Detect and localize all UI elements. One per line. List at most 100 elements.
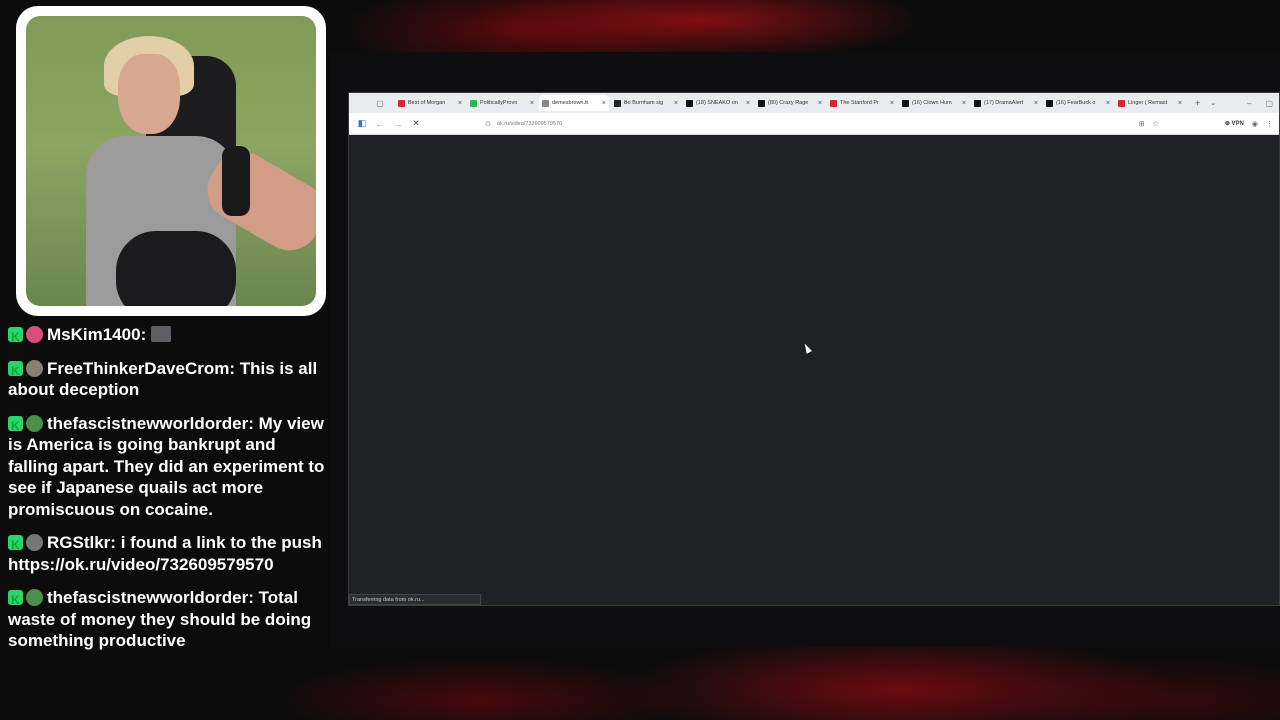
browser-tab[interactable]: demesbrown.tt × [539,95,609,111]
browser-tab[interactable]: Linger ( Remast × [1115,95,1185,111]
webcam-video [26,16,316,306]
vpn-label: VPN [1231,121,1244,127]
tab-favicon-icon [1118,99,1125,107]
chat-separator: : [110,533,121,552]
webcam-frame [16,6,326,316]
chat-username: FreeThinkerDaveCrom [47,358,230,378]
streamer-lap [116,231,236,306]
tab-title: (16) FearBuck o [1056,100,1096,106]
tab-favicon-icon [974,99,981,107]
tab-close-icon[interactable]: × [890,100,894,107]
chat-emote-icon [150,326,171,342]
new-tab-icon[interactable]: + [1195,98,1200,108]
tab-close-icon[interactable]: × [530,100,534,107]
sidebar-icon[interactable]: ◧ [353,118,371,129]
address-bar: ◧ ← → ✕ ⊙ ok.ru/video/732609579570 ⊞ ☆ ⊛… [349,113,1279,135]
tab-close-icon[interactable]: × [962,100,966,107]
kick-badge-icon [8,360,23,382]
tab-favicon-icon [1046,99,1053,107]
microphone [222,146,250,216]
tab-title: PoliticallyProvo [480,100,518,106]
chat-username: RGStlkr [47,533,111,552]
user-avatar-icon [26,414,43,432]
tab-favicon-icon [542,99,549,107]
user-avatar-icon [26,534,43,551]
tab-favicon-icon [398,99,405,107]
browser-tab[interactable]: The Stanford Pr × [827,95,897,111]
site-info-icon[interactable]: ⊙ [485,120,491,128]
tab-strip: ▢ Best of Morgan × PoliticallyProvo × demesb… [349,93,1279,113]
chat-separator: : [140,325,151,344]
tab-favicon-icon [614,99,621,107]
tab-title: The Stanford Pr [840,100,879,106]
back-button[interactable]: ← [371,119,389,129]
chat-username: thefascistnewworldorder [47,413,249,433]
browser-tab[interactable]: (80) Crazy Rage × [755,95,825,111]
browser-tab[interactable]: (16) FearBuck o × [1043,95,1113,111]
browser-window: ▢ Best of Morgan × PoliticallyProvo × demesb… [348,92,1280,606]
url-field[interactable]: ⊙ ok.ru/video/732609579570 [485,120,1105,128]
tab-favicon-icon [758,99,765,107]
chat-separator: : [248,588,259,607]
chat-message: thefascistnewworldorder: My view is Amer… [8,413,326,521]
tab-close-icon[interactable]: × [818,100,822,107]
menu-icon[interactable]: ⋮ [1266,120,1273,128]
user-avatar-icon [26,589,43,606]
install-app-icon[interactable]: ⊞ [1139,120,1145,128]
tab-title: demesbrown.tt [552,100,589,106]
tab-overview-icon[interactable]: ▢ [373,96,387,110]
status-bar: Transferring data from ok.ru... [349,594,481,605]
stream-overlay: ▢ Best of Morgan × PoliticallyProvo × demesb… [0,0,1280,720]
chat-username: thefascistnewworldorder [47,588,249,607]
tab-title: Bo Burnham sig [624,100,664,106]
stop-loading-icon[interactable]: ✕ [407,118,425,129]
tab-close-icon[interactable]: × [674,100,678,107]
chat-username: MsKim1400 [47,325,141,344]
minimize-icon[interactable]: – [1247,99,1251,108]
browser-tab[interactable]: Best of Morgan × [395,95,465,111]
tab-close-icon[interactable]: × [746,100,750,107]
tab-close-icon[interactable]: × [1034,100,1038,107]
chat-message: FreeThinkerDaveCrom: This is all about d… [8,358,326,401]
tab-close-icon[interactable]: × [1106,100,1110,107]
vpn-button[interactable]: ⊛ VPN [1225,120,1244,127]
tab-title: (80) Crazy Rage [768,100,809,106]
tab-title: (17) DramaAlert [984,100,1024,106]
tab-favicon-icon [902,99,909,107]
user-avatar-icon [26,326,43,343]
browser-tab[interactable]: (17) DramaAlert × [971,95,1041,111]
tab-close-icon[interactable]: × [602,100,606,107]
bookmark-star-icon[interactable]: ☆ [1153,120,1159,128]
tab-title: (18) SNEAKO on [696,100,738,106]
tab-title: Linger ( Remast [1128,100,1168,106]
chat-separator: : [229,358,240,378]
browser-tab[interactable]: Bo Burnham sig × [611,95,681,111]
browser-tab[interactable]: PoliticallyProvo × [467,95,537,111]
tab-favicon-icon [830,99,837,107]
status-text: Transferring data from ok.ru... [352,596,425,603]
forward-button[interactable]: → [389,119,407,129]
kick-badge-icon [8,327,23,349]
url-text: ok.ru/video/732609579570 [496,120,563,127]
kick-badge-icon [8,590,23,612]
tab-favicon-icon [470,99,477,107]
chat-message: thefascistnewworldorder: Total waste of … [8,587,326,652]
browser-tab[interactable]: (16) Clown Hum × [899,95,969,111]
user-avatar-icon [26,359,43,377]
chat-message: MsKim1400: [8,324,326,349]
tab-close-icon[interactable]: × [458,100,462,107]
kick-badge-icon [8,415,23,437]
kick-badge-icon [8,535,23,557]
tab-search-chevron-icon[interactable]: ⌄ [1210,99,1216,107]
tab-title: Best of Morgan [408,100,446,106]
browser-tab[interactable]: (18) SNEAKO on × [683,95,753,111]
chat-overlay: MsKim1400: FreeThinkerDaveCrom: This is … [8,318,326,720]
maximize-icon[interactable]: ▢ [1265,99,1273,108]
streamer-face [118,54,180,134]
tab-close-icon[interactable]: × [1178,100,1182,107]
tab-favicon-icon [686,99,693,107]
tab-title: (16) Clown Hum [912,100,952,106]
profile-icon[interactable]: ◉ [1252,120,1258,128]
chat-message: RGStlkr: i found a link to the push http… [8,532,326,575]
chat-separator: : [248,413,259,433]
